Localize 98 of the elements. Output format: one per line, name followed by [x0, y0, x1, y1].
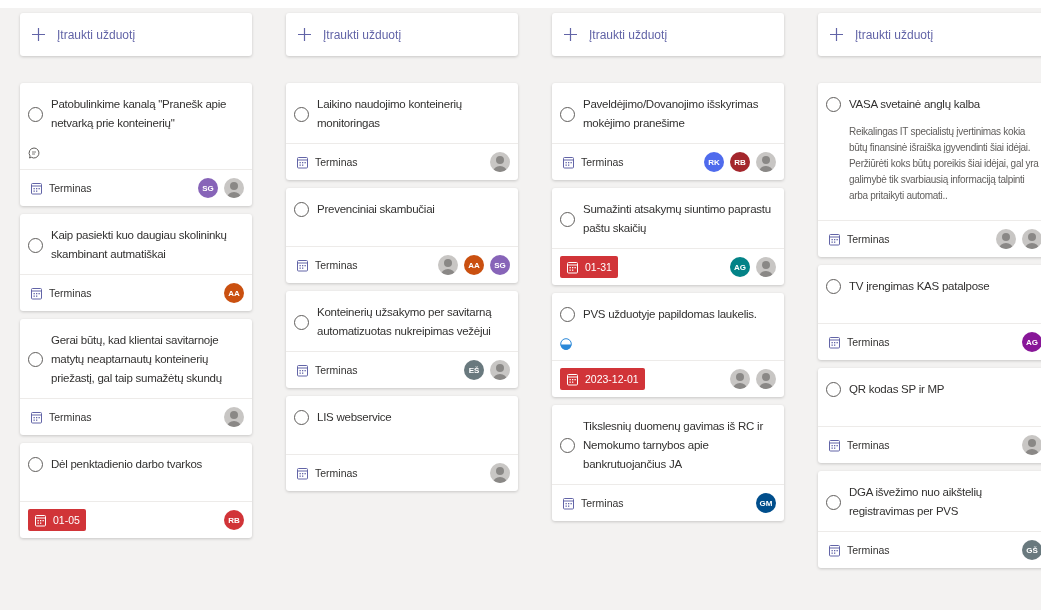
- calendar-icon: [828, 335, 841, 349]
- task-title: Gerai būtų, kad klientai savitarnoje matytų neaptarnautų konteinerių priežastį, gal taip sumažėtų skundų: [51, 333, 223, 386]
- due-date: Terminas: [28, 282, 94, 304]
- calendar-icon: [566, 260, 579, 274]
- task-title: Dėl penktadienio darbo tvarkos: [51, 457, 203, 472]
- avatar: GŠ: [1022, 540, 1041, 560]
- avatar-silhouette: [756, 369, 776, 389]
- due-date-badge: 2023-12-01: [560, 368, 645, 390]
- complete-checkbox[interactable]: [294, 410, 309, 425]
- task-title: TV įrengimas KAS patalpose: [849, 279, 990, 294]
- task-title: Patobulinkime kanalą "Pranešk apie netvarką prie konteinerių": [51, 97, 228, 131]
- task-title: VASA svetainė anglų kalba: [849, 97, 980, 112]
- avatar-silhouette: [490, 463, 510, 483]
- complete-checkbox[interactable]: [826, 97, 841, 112]
- due-date: Terminas: [826, 539, 892, 561]
- avatar: AA: [224, 283, 244, 303]
- avatar-silhouette: [224, 178, 244, 198]
- plus-icon: [32, 28, 45, 41]
- avatar-silhouette: [224, 407, 244, 427]
- avatar-silhouette: [490, 152, 510, 172]
- avatar: AA: [464, 255, 484, 275]
- complete-checkbox[interactable]: [560, 438, 575, 453]
- avatar: GM: [756, 493, 776, 513]
- avatar-silhouette: [756, 152, 776, 172]
- task-title: PVS užduotyje papildomas laukelis.: [583, 307, 757, 322]
- calendar-icon: [296, 258, 309, 272]
- complete-checkbox[interactable]: [294, 202, 309, 217]
- avatar-silhouette: [438, 255, 458, 275]
- complete-checkbox[interactable]: [826, 382, 841, 397]
- add-task-button[interactable]: Įtraukti užduotį: [20, 13, 252, 56]
- avatar: RB: [224, 510, 244, 530]
- calendar-icon: [828, 438, 841, 452]
- due-date: Terminas: [294, 254, 360, 276]
- task-title: Kaip pasiekti kuo daugiau skolininkų skambinant autmatiškai: [51, 228, 228, 262]
- due-date: Terminas: [560, 151, 626, 173]
- due-date: Terminas: [28, 177, 94, 199]
- plus-icon: [830, 28, 843, 41]
- avatar-silhouette: [1022, 435, 1041, 455]
- calendar-icon: [566, 372, 579, 386]
- complete-checkbox[interactable]: [560, 211, 575, 227]
- complete-checkbox[interactable]: [294, 106, 309, 122]
- complete-checkbox[interactable]: [560, 106, 575, 122]
- calendar-icon: [296, 363, 309, 377]
- task-title: Konteinerių užsakymo per savitarną automatizuotas nukreipimas vežėjui: [317, 305, 493, 339]
- avatar-silhouette: [756, 257, 776, 277]
- complete-checkbox[interactable]: [826, 279, 841, 294]
- due-date: Terminas: [294, 462, 360, 484]
- due-date: Terminas: [826, 331, 892, 353]
- calendar-icon: [296, 466, 309, 480]
- avatar: RB: [730, 152, 750, 172]
- complete-checkbox[interactable]: [28, 237, 43, 253]
- add-task-button[interactable]: Įtraukti užduotį: [286, 13, 518, 56]
- due-date: Terminas: [294, 151, 360, 173]
- complete-checkbox[interactable]: [560, 307, 575, 322]
- calendar-icon: [30, 181, 43, 195]
- avatar-silhouette: [996, 229, 1016, 249]
- avatar-silhouette: [730, 369, 750, 389]
- calendar-icon: [562, 155, 575, 169]
- plus-icon: [298, 28, 311, 41]
- complete-checkbox[interactable]: [28, 352, 43, 367]
- avatar: RK: [704, 152, 724, 172]
- add-task-button[interactable]: Įtraukti užduotį: [818, 13, 1041, 56]
- calendar-icon: [30, 410, 43, 424]
- complete-checkbox[interactable]: [28, 457, 43, 472]
- due-date-badge: 01-05: [28, 509, 86, 531]
- calendar-icon: [562, 496, 575, 510]
- task-title: Tikslesnių duomenų gavimas iš RC ir Nemokumo tarnybos apie bankrutuojančius JA: [583, 419, 764, 472]
- avatar: EŠ: [464, 360, 484, 380]
- avatar: SG: [490, 255, 510, 275]
- due-date: Terminas: [826, 434, 892, 456]
- add-task-button[interactable]: Įtraukti užduotį: [552, 13, 784, 56]
- calendar-icon: [828, 232, 841, 246]
- complete-checkbox[interactable]: [28, 106, 43, 122]
- complete-checkbox[interactable]: [294, 314, 309, 330]
- task-title: Sumažinti atsakymų siuntimo paprastu paštu skaičių: [583, 202, 772, 236]
- task-title: Paveldėjimo/Dovanojimo išskyrimas mokėjimo pranešime: [583, 97, 760, 131]
- due-date: Terminas: [826, 228, 892, 250]
- task-title: LIS webservice: [317, 410, 392, 425]
- avatar: AG: [730, 257, 750, 277]
- avatar-silhouette: [1022, 229, 1041, 249]
- complete-checkbox[interactable]: [826, 494, 841, 510]
- due-date: Terminas: [294, 359, 360, 381]
- calendar-icon: [30, 286, 43, 300]
- calendar-icon: [828, 543, 841, 557]
- avatar: SG: [198, 178, 218, 198]
- calendar-icon: [296, 155, 309, 169]
- due-date: Terminas: [560, 492, 626, 514]
- task-title: DGA išvežimo nuo aikštelių registravimas per PVS: [849, 485, 983, 519]
- task-description: Reikalingas IT specialistų įvertinimas kokia būtų finansinė išraiška įgyvendinti šiai idėjai. Peržiūrėti koks būtų poreikis šiai idėjai, gal yra galimybė tik svarbiausią informaciją talpinti arba pritaikyti automati..: [849, 125, 1040, 203]
- avatar-silhouette: [490, 360, 510, 380]
- task-title: Prevenciniai skambučiai: [317, 202, 435, 217]
- due-date-badge: 01-31: [560, 256, 618, 278]
- avatar: AG: [1022, 332, 1041, 352]
- task-title: Laikino naudojimo konteinerių monitoringas: [317, 97, 463, 131]
- task-title: QR kodas SP ir MP: [849, 382, 945, 397]
- calendar-icon: [34, 513, 47, 527]
- due-date: Terminas: [28, 406, 94, 428]
- plus-icon: [564, 28, 577, 41]
